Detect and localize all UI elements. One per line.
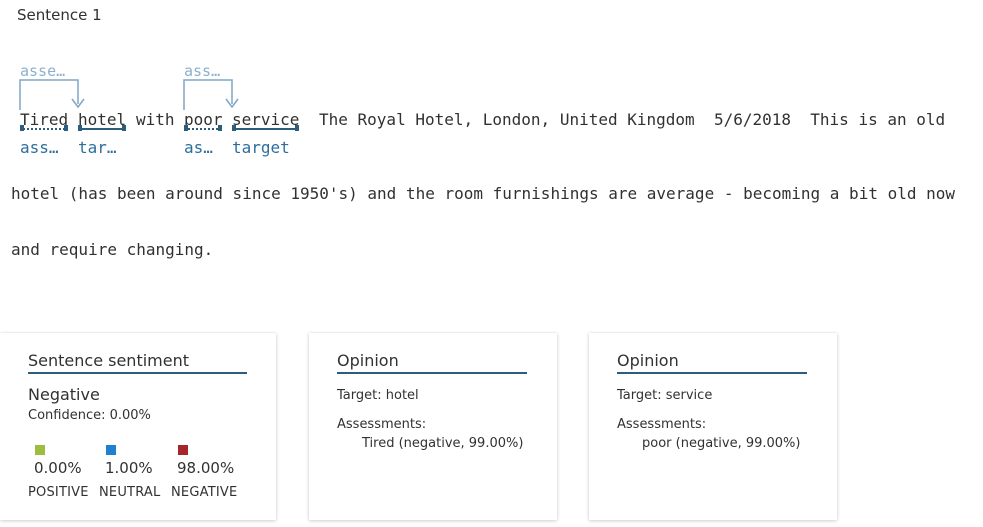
opinion-target-value: service [665,388,713,403]
opinion-card-service: Opinion Target: service Assessments: poo… [589,333,837,520]
opinion-card-title: Opinion [617,351,807,374]
sentiment-card-title: Sentence sentiment [28,351,247,374]
neutral-label: NEUTRAL [99,485,161,500]
opinion-target-value: hotel [385,388,419,403]
sentiment-label: Negative [28,385,100,404]
sentence-text-line2: hotel (has been around since 1950's) and… [11,184,956,203]
sentiment-confidence: Confidence: 0.00% [28,408,151,423]
role-label-target-2[interactable]: target [232,138,290,157]
role-label-target-1[interactable]: tar… [78,138,117,157]
relation-arcs [19,79,239,110]
arc-label-tired-hotel[interactable]: asse… [20,62,65,80]
score-negative: 98.00% NEGATIVE [171,445,237,500]
score-neutral: 1.00% NEUTRAL [99,445,160,500]
opinion-target-key: Target: [337,388,382,403]
sentence-text-line1-rest: The Royal Hotel, London, United Kingdom … [319,110,946,129]
negative-value: 98.00% [177,459,235,477]
opinion-card-title: Opinion [337,351,527,374]
token-poor[interactable]: poor [184,110,223,129]
sentence-text-line3: and require changing. [11,240,214,259]
token-underline-poor [184,125,222,131]
score-positive: 0.00% POSITIVE [28,445,89,500]
opinion-card-hotel: Opinion Target: hotel Assessments: Tired… [309,333,557,520]
opinion-target-row: Target: service [617,388,712,403]
token-underline-service [232,125,299,131]
opinion-target-key: Target: [617,388,662,403]
negative-label: NEGATIVE [171,485,238,500]
positive-swatch [35,445,45,455]
token-with: with [136,110,175,129]
neutral-value: 1.00% [105,459,153,477]
arc-tired-hotel [19,79,79,110]
arc-label-poor-service[interactable]: ass… [184,62,220,80]
token-underline-hotel [78,125,126,131]
opinion-assessment: poor (negative, 99.00%) [642,436,801,451]
opinion-target-row: Target: hotel [337,388,419,403]
arc-poor-service [183,79,233,110]
role-label-assessment-1[interactable]: ass… [20,138,59,157]
token-service[interactable]: service [232,110,299,129]
positive-label: POSITIVE [28,485,89,500]
negative-swatch [178,445,188,455]
opinion-assessment: Tired (negative, 99.00%) [362,436,524,451]
role-label-assessment-2[interactable]: as… [184,138,213,157]
token-underline-tired [20,125,68,131]
token-hotel[interactable]: hotel [78,110,126,129]
sentence-sentiment-card: Sentence sentiment Negative Confidence: … [0,333,276,520]
token-tired[interactable]: Tired [20,110,68,129]
opinion-assessments-key: Assessments: [617,417,707,432]
opinion-assessments-key: Assessments: [337,417,427,432]
positive-value: 0.00% [34,459,82,477]
neutral-swatch [106,445,116,455]
